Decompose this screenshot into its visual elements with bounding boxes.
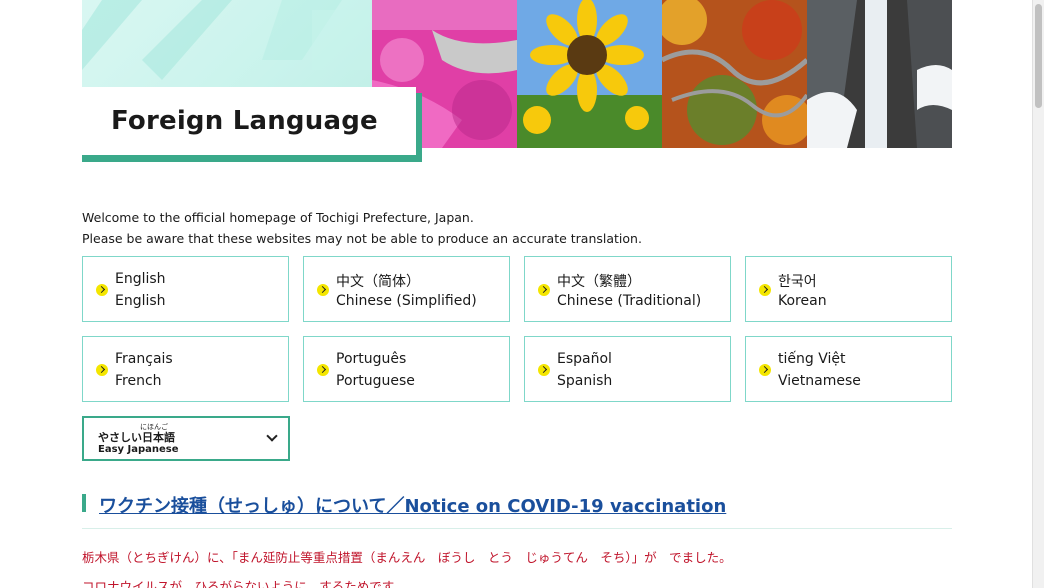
language-english-name: Vietnamese [778,373,861,389]
language-english-name: Chinese (Traditional) [557,293,702,309]
language-english-name: Chinese (Simplified) [336,293,477,309]
chevron-right-icon [317,364,329,376]
chevron-right-icon [317,284,329,296]
language-native-name: 中文（简体） [336,274,420,290]
chevron-right-icon [759,364,771,376]
language-native-name: Français [115,351,173,367]
intro-line-1: Welcome to the official homepage of Toch… [82,210,474,225]
chevron-right-icon [96,284,108,296]
language-card-spanish[interactable]: Español Spanish [524,336,731,402]
alert-text-line-1: 栃木県（とちぎけん）に、「まん延防止等重点措置（まんえん ぼうし とう じゅうて… [82,550,732,565]
chevron-right-icon [96,364,108,376]
language-english-name: Korean [778,293,827,309]
photo-autumn-road [662,0,807,148]
chevron-right-icon [538,364,550,376]
language-card-korean[interactable]: 한국어 Korean [745,256,952,322]
language-native-name: Português [336,351,407,367]
language-native-name: Español [557,351,612,367]
language-native-name: 한국어 [778,274,817,290]
easy-japanese-dropdown[interactable]: にほんご やさしい日本語 Easy Japanese [82,416,290,461]
language-card-french[interactable]: Français French [82,336,289,402]
language-card-portuguese[interactable]: Português Portuguese [303,336,510,402]
alert-text-line-2: コロナウイルスが ひろがらないように するためです。 [82,579,406,588]
vaccination-notice-heading: ワクチン接種（せっしゅ）について／Notice on COVID-19 vacc… [82,493,952,529]
page-scrollbar[interactable] [1032,0,1044,588]
language-card-vietnamese[interactable]: tiếng Việt Vietnamese [745,336,952,402]
page-title: Foreign Language [111,106,378,136]
title-accent-bar [82,155,422,162]
language-native-name: English [115,271,166,287]
vaccination-notice-link[interactable]: ワクチン接種（せっしゅ）について／Notice on COVID-19 vacc… [99,492,726,518]
language-english-name: Portuguese [336,373,415,389]
language-english-name: French [115,373,162,389]
language-card-chinese-traditional[interactable]: 中文（繁體） Chinese (Traditional) [524,256,731,322]
photo-waterfall [807,0,952,148]
language-native-name: tiếng Việt [778,351,846,367]
language-english-name: Spanish [557,373,613,389]
page-title-box: Foreign Language [82,87,422,162]
easy-japanese-label: やさしい日本語 [98,431,175,444]
language-card-chinese-simplified[interactable]: 中文（简体） Chinese (Simplified) [303,256,510,322]
photo-sunflower [517,0,662,148]
language-card-english[interactable]: English English [82,256,289,322]
chevron-down-icon [266,430,278,442]
title-accent-side [416,93,422,162]
chevron-right-icon [759,284,771,296]
scrollbar-thumb[interactable] [1035,4,1042,108]
language-native-name: 中文（繁體） [557,274,641,290]
language-english-name: English [115,293,166,309]
easy-japanese-english: Easy Japanese [98,444,179,455]
intro-line-2: Please be aware that these websites may … [82,231,642,246]
heading-accent-mark [82,494,86,512]
intro-text: Welcome to the official homepage of Toch… [82,207,642,249]
chevron-right-icon [538,284,550,296]
